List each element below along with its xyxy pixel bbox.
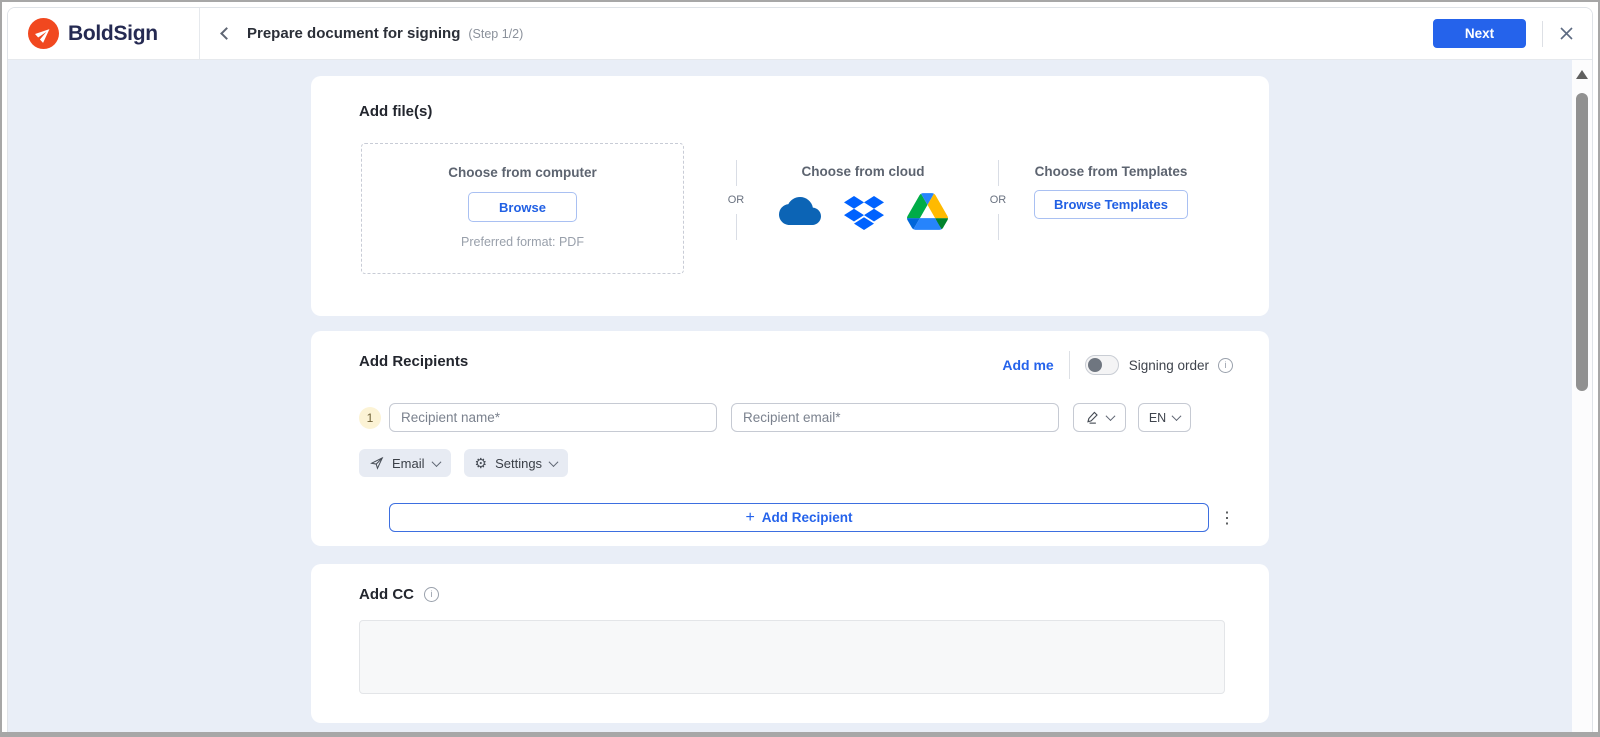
recipient-name-input[interactable] (389, 403, 717, 432)
top-bar: BoldSign Prepare document for signing (S… (8, 8, 1592, 60)
settings-label: Settings (495, 456, 542, 471)
recipient-settings-dropdown[interactable]: ⚙ Settings (464, 449, 569, 477)
scrollbar-track[interactable] (1572, 60, 1592, 732)
brand-area: BoldSign (8, 8, 200, 59)
delivery-mode-dropdown[interactable]: Email (359, 449, 451, 477)
signing-order-toggle[interactable] (1085, 355, 1119, 375)
header-divider (1542, 21, 1543, 47)
title-area: Prepare document for signing (Step 1/2) (200, 8, 1433, 59)
close-icon[interactable] (1559, 26, 1574, 41)
page-title: Prepare document for signing (247, 25, 460, 42)
or-divider: OR (985, 160, 1011, 240)
delivery-mode-label: Email (392, 456, 425, 471)
cloud-providers (751, 192, 975, 230)
scrollbar-thumb[interactable] (1576, 93, 1588, 391)
window-frame: BoldSign Prepare document for signing (S… (0, 0, 1600, 737)
add-cc-header: Add CC i (359, 586, 439, 603)
onedrive-icon[interactable] (779, 197, 821, 225)
add-cc-title: Add CC (359, 586, 414, 603)
cc-recipients-input-area[interactable] (359, 620, 1225, 694)
language-code: EN (1149, 411, 1166, 425)
recipient-order-badge: 1 (359, 407, 381, 429)
recipient-row: 1 EN (359, 403, 1191, 432)
boldsign-logo-icon (28, 18, 59, 49)
or-divider: OR (723, 160, 749, 240)
brand-name: BoldSign (68, 22, 158, 46)
choose-templates-label: Choose from Templates (1034, 164, 1188, 179)
recipient-email-input[interactable] (731, 403, 1059, 432)
recipients-controls: Add me Signing order i (1002, 351, 1233, 379)
plus-icon: + (745, 509, 754, 527)
back-icon[interactable] (220, 27, 233, 40)
or-label: OR (728, 194, 745, 206)
browse-button[interactable]: Browse (468, 192, 577, 222)
add-recipients-card: Add Recipients Add me Signing order i 1 (311, 331, 1269, 546)
choose-cloud-label: Choose from cloud (751, 164, 975, 179)
next-button[interactable]: Next (1433, 19, 1526, 48)
google-drive-icon[interactable] (907, 193, 948, 230)
add-cc-info-icon[interactable]: i (424, 587, 439, 602)
recipient-options: Email ⚙ Settings (359, 449, 568, 477)
add-recipient-button[interactable]: + Add Recipient (389, 503, 1209, 532)
content-area: Add file(s) Choose from computer Browse … (8, 60, 1592, 732)
choose-computer-label: Choose from computer (448, 165, 597, 180)
add-recipient-label: Add Recipient (762, 510, 853, 525)
or-label: OR (990, 194, 1007, 206)
upload-dropzone[interactable]: Choose from computer Browse Preferred fo… (361, 143, 684, 274)
chevron-down-icon (431, 457, 441, 467)
signing-order-label: Signing order (1129, 358, 1209, 373)
app-window: BoldSign Prepare document for signing (S… (7, 7, 1593, 732)
format-hint: Preferred format: PDF (461, 235, 584, 249)
add-recipients-title: Add Recipients (359, 353, 468, 370)
chevron-down-icon (1172, 411, 1182, 421)
browse-templates-button[interactable]: Browse Templates (1034, 190, 1188, 219)
gear-icon: ⚙ (475, 456, 488, 470)
add-me-link[interactable]: Add me (1002, 357, 1053, 373)
scroll-up-arrow-icon[interactable] (1576, 70, 1588, 79)
language-dropdown[interactable]: EN (1138, 403, 1191, 432)
controls-divider (1069, 351, 1070, 379)
header-actions: Next (1433, 8, 1592, 59)
add-files-card: Add file(s) Choose from computer Browse … (311, 76, 1269, 316)
dropbox-icon[interactable] (844, 193, 884, 230)
templates-group: Choose from Templates Browse Templates (1034, 164, 1188, 219)
add-files-title: Add file(s) (359, 103, 432, 120)
signer-role-dropdown[interactable] (1073, 403, 1126, 432)
chevron-down-icon (1106, 411, 1116, 421)
chevron-down-icon (549, 457, 559, 467)
kebab-menu-icon[interactable]: ⋮ (1217, 503, 1237, 532)
signing-order-info-icon[interactable]: i (1218, 358, 1233, 373)
cloud-group: Choose from cloud (751, 164, 975, 230)
add-cc-card: Add CC i (311, 564, 1269, 723)
step-indicator: (Step 1/2) (468, 27, 523, 41)
